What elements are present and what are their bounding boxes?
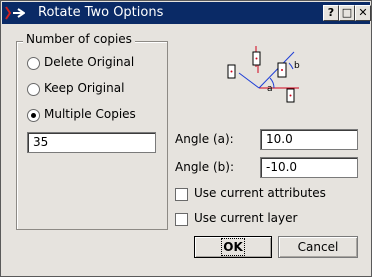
radio-button-selected[interactable] bbox=[27, 109, 40, 122]
angle-b-label: Angle (b): bbox=[175, 160, 234, 174]
cancel-button-label: Cancel bbox=[297, 240, 339, 254]
window-title: Rotate Two Options bbox=[38, 5, 164, 20]
radio-button[interactable] bbox=[27, 83, 40, 96]
copies-count-input[interactable]: 35 bbox=[27, 132, 156, 153]
help-button[interactable]: ? bbox=[323, 5, 339, 21]
use-current-attributes-checkbox[interactable] bbox=[175, 188, 188, 201]
maximize-button[interactable]: □ bbox=[339, 5, 355, 21]
angle-b-input[interactable]: -10.0 bbox=[260, 157, 358, 178]
angle-a-input[interactable]: 10.0 bbox=[260, 129, 358, 150]
angle-a-label: Angle (a): bbox=[175, 132, 234, 146]
use-current-layer-checkbox[interactable] bbox=[175, 213, 188, 226]
close-button[interactable]: ✕ bbox=[355, 5, 371, 21]
ok-button-label: OK bbox=[221, 238, 245, 256]
rotation-diagram: a b bbox=[227, 46, 300, 103]
radio-button[interactable] bbox=[27, 57, 40, 70]
use-current-layer-label: Use current layer bbox=[194, 211, 298, 225]
title-bar[interactable]: Rotate Two Options ? □ ✕ bbox=[2, 2, 371, 24]
rotate-two-options-dialog: Rotate Two Options ? □ ✕ Number of copie… bbox=[0, 0, 372, 277]
diagram-label-a: a bbox=[267, 84, 273, 94]
diagram-label-b: b bbox=[294, 61, 300, 71]
radio-selected-dot bbox=[31, 113, 36, 118]
radio-label: Multiple Copies bbox=[44, 107, 136, 121]
use-current-attributes-label: Use current attributes bbox=[194, 186, 326, 200]
rotation-diagram-boxes bbox=[227, 51, 295, 103]
radio-label: Delete Original bbox=[44, 55, 135, 69]
group-title: Number of copies bbox=[23, 32, 135, 46]
cancel-button[interactable]: Cancel bbox=[278, 236, 358, 258]
ok-button[interactable]: OK bbox=[194, 236, 272, 258]
app-icon bbox=[5, 6, 25, 20]
radio-label: Keep Original bbox=[44, 81, 125, 95]
